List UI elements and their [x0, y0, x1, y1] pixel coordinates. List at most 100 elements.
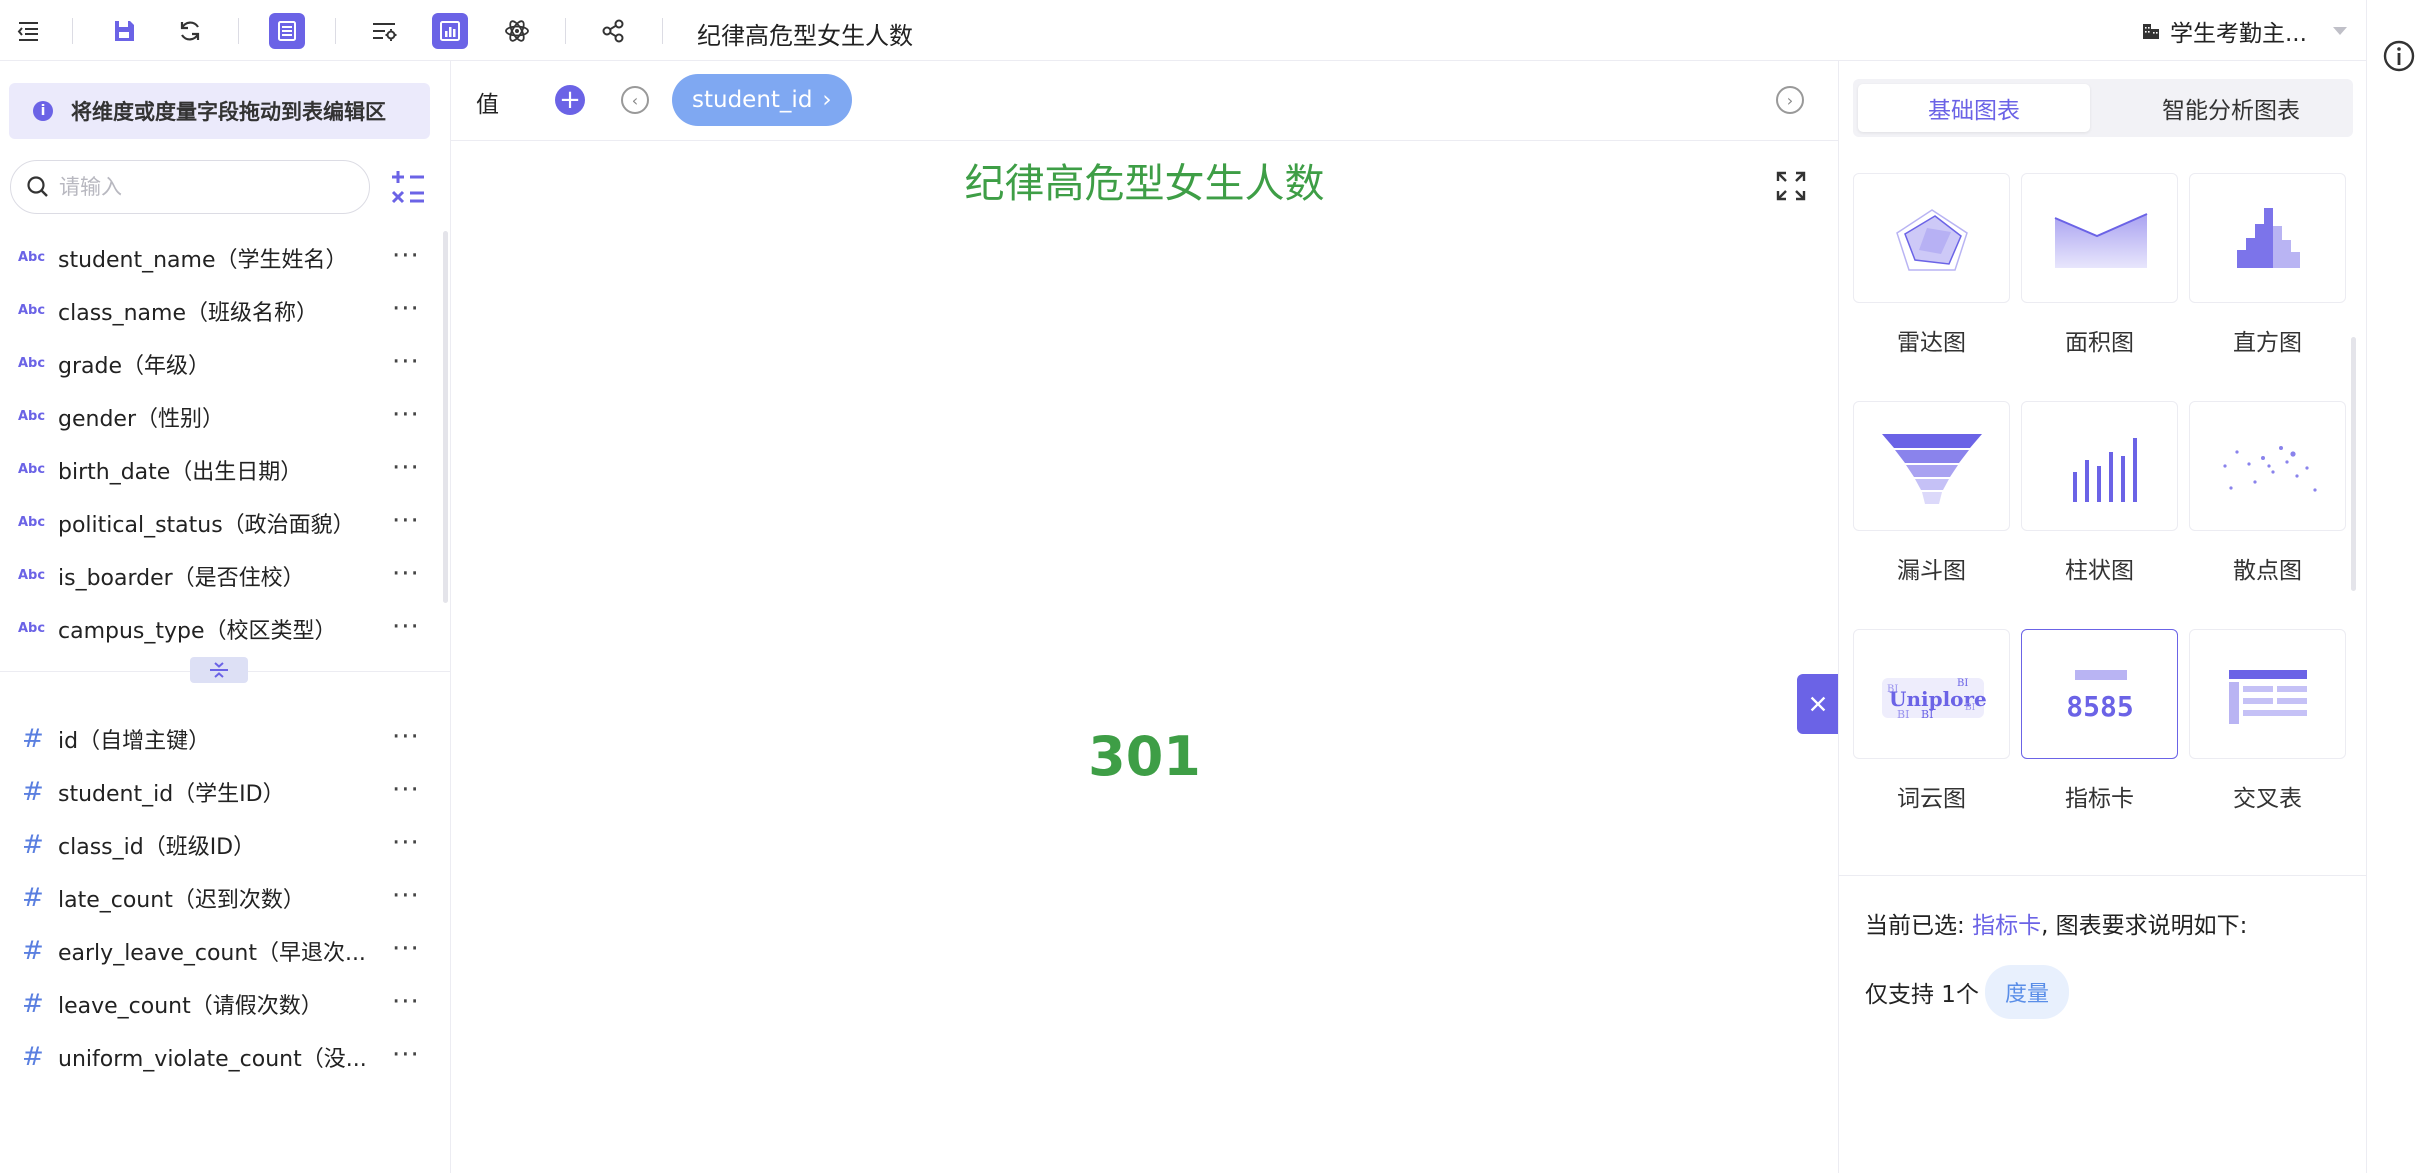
chart-editor: 值 + ‹ student_id › › 纪律高危型女生人数 301 [451, 61, 1838, 1173]
close-panel-button[interactable] [1797, 674, 1838, 734]
more-icon[interactable]: ··· [392, 294, 420, 324]
measure-field[interactable]: # student_id（学生ID） ··· [0, 765, 440, 818]
dimension-field[interactable]: Abc class_name（班级名称） ··· [0, 284, 440, 337]
field-name: late_count（迟到次数） [58, 887, 305, 913]
measure-field[interactable]: # late_count（迟到次数） ··· [0, 871, 440, 924]
number-type-icon: # [22, 776, 44, 807]
chart-type-area[interactable]: 面积图 [2021, 173, 2178, 357]
scroll-left-icon[interactable]: ‹ [621, 86, 649, 114]
more-icon[interactable]: ··· [392, 934, 420, 964]
dimension-scrollbar[interactable] [443, 231, 448, 603]
field-name: leave_count（请假次数） [58, 993, 323, 1019]
svg-text:BI: BI [1965, 703, 1976, 713]
field-name: campus_type（校区类型） [58, 618, 337, 644]
chart-type-radar[interactable]: 雷达图 [1853, 173, 2010, 357]
more-icon[interactable]: ··· [392, 1040, 420, 1070]
fullscreen-icon[interactable] [1774, 169, 1808, 203]
chevron-right-icon: › [822, 87, 832, 113]
more-icon[interactable]: ··· [392, 987, 420, 1017]
scroll-right-icon[interactable]: › [1776, 86, 1804, 114]
drag-hint: i 将维度或度量字段拖动到表编辑区 [9, 83, 430, 139]
chart-type-panel: 基础图表 智能分析图表 雷达图 面积图 直方图 漏斗图 柱状图 散点图 BI B… [1838, 61, 2367, 1173]
more-icon[interactable]: ··· [392, 722, 420, 752]
field-name: id（自增主键） [58, 728, 211, 754]
chart-type-wordcloud[interactable]: BI BI Uniplore BI BI BI 词云图 [1853, 629, 2010, 813]
side-strip [2366, 0, 2419, 1173]
more-icon[interactable]: ··· [392, 241, 420, 271]
more-icon[interactable]: ··· [392, 400, 420, 430]
chart-type-funnel[interactable]: 漏斗图 [1853, 401, 2010, 585]
more-icon[interactable]: ··· [392, 506, 420, 536]
chart-type-kpi-card[interactable]: 8585 指标卡 [2021, 629, 2178, 813]
datasource-select[interactable]: 学生考勤主... [2140, 14, 2347, 48]
chart-type-bar[interactable]: 柱状图 [2021, 401, 2178, 585]
resize-handle[interactable] [190, 657, 248, 683]
more-icon[interactable]: ··· [392, 559, 420, 589]
string-type-icon: Abc [18, 568, 46, 583]
dimension-list: Abc student_name（学生姓名） ··· Abc class_name（班… [0, 231, 440, 655]
field-name: grade（年级） [58, 353, 210, 379]
dimension-field[interactable]: Abc gender（性别） ··· [0, 390, 440, 443]
radar-chart-icon [1895, 209, 1968, 271]
number-type-icon: # [22, 723, 44, 754]
more-icon[interactable]: ··· [392, 881, 420, 911]
field-chip-student-id[interactable]: student_id › [672, 74, 852, 126]
measure-field[interactable]: # uniform_violate_count（没... ··· [0, 1030, 440, 1083]
datasource-name: 学生考勤主... [2170, 21, 2307, 47]
field-name: birth_date（出生日期） [58, 459, 303, 485]
filter-settings-icon[interactable] [366, 13, 402, 49]
chart-title: 纪律高危型女生人数 [964, 161, 1325, 207]
dimension-field[interactable]: Abc grade（年级） ··· [0, 337, 440, 390]
dimension-field[interactable]: Abc is_boarder（是否住校） ··· [0, 549, 440, 602]
chart-type-tabs: 基础图表 智能分析图表 [1853, 79, 2353, 137]
calculated-field-icon[interactable] [388, 167, 428, 207]
number-type-icon: # [22, 988, 44, 1019]
string-type-icon: Abc [18, 409, 46, 424]
search-input[interactable] [59, 175, 349, 199]
chart-type-label: 雷达图 [1897, 330, 1966, 356]
more-icon[interactable]: ··· [392, 828, 420, 858]
measure-field[interactable]: # id（自增主键） ··· [0, 712, 440, 765]
more-icon[interactable]: ··· [392, 612, 420, 642]
number-type-icon: # [22, 829, 44, 860]
svg-text:8585: 8585 [2066, 690, 2133, 723]
info-circle-icon[interactable] [2381, 38, 2417, 74]
table-view-icon[interactable] [269, 13, 305, 49]
top-toolbar: 纪律高危型女生人数 学生考勤主... [0, 0, 2419, 61]
add-field-button[interactable]: + [555, 85, 585, 115]
dimension-field[interactable]: Abc political_status（政治面貌） ··· [0, 496, 440, 549]
number-type-icon: # [22, 935, 44, 966]
dimension-field[interactable]: Abc student_name（学生姓名） ··· [0, 231, 440, 284]
more-icon[interactable]: ··· [392, 347, 420, 377]
word-cloud-icon: BIBIUniploreBI BI BI [1881, 678, 1986, 721]
ai-atom-icon[interactable] [499, 13, 535, 49]
chart-type-scrollbar[interactable] [2351, 337, 2356, 591]
field-name: is_boarder（是否住校） [58, 565, 305, 591]
dimension-field[interactable]: Abc birth_date（出生日期） ··· [0, 443, 440, 496]
kpi-card-icon: 8585 [2066, 670, 2133, 723]
tab-basic-charts[interactable]: 基础图表 [1858, 84, 2090, 132]
field-name: gender（性别） [58, 406, 224, 432]
collapse-panel-icon[interactable] [10, 13, 46, 49]
measure-field[interactable]: # leave_count（请假次数） ··· [0, 977, 440, 1030]
string-type-icon: Abc [18, 515, 46, 530]
measure-field[interactable]: # early_leave_count（早退次... ··· [0, 924, 440, 977]
save-icon[interactable] [106, 13, 142, 49]
field-name: uniform_violate_count（没... [58, 1046, 367, 1072]
chart-type-pivot-table[interactable]: 交叉表 [2189, 629, 2346, 813]
value-shelf: 值 + ‹ student_id › › [451, 61, 1838, 141]
chart-view-icon[interactable] [432, 13, 468, 49]
chart-type-histogram[interactable]: 直方图 [2189, 173, 2346, 357]
measure-list: # id（自增主键） ··· # student_id（学生ID） ··· # class… [0, 712, 440, 1083]
field-name: student_id（学生ID） [58, 781, 285, 807]
dimension-field[interactable]: Abc campus_type（校区类型） ··· [0, 602, 440, 655]
share-icon[interactable] [595, 13, 631, 49]
more-icon[interactable]: ··· [392, 453, 420, 483]
chart-type-label: 词云图 [1897, 786, 1966, 812]
measure-field[interactable]: # class_id（班级ID） ··· [0, 818, 440, 871]
refresh-icon[interactable] [172, 13, 208, 49]
tab-smart-charts[interactable]: 智能分析图表 [2115, 84, 2347, 132]
more-icon[interactable]: ··· [392, 775, 420, 805]
chart-type-scatter[interactable]: 散点图 [2189, 401, 2346, 585]
funnel-chart-icon [1881, 434, 1982, 504]
